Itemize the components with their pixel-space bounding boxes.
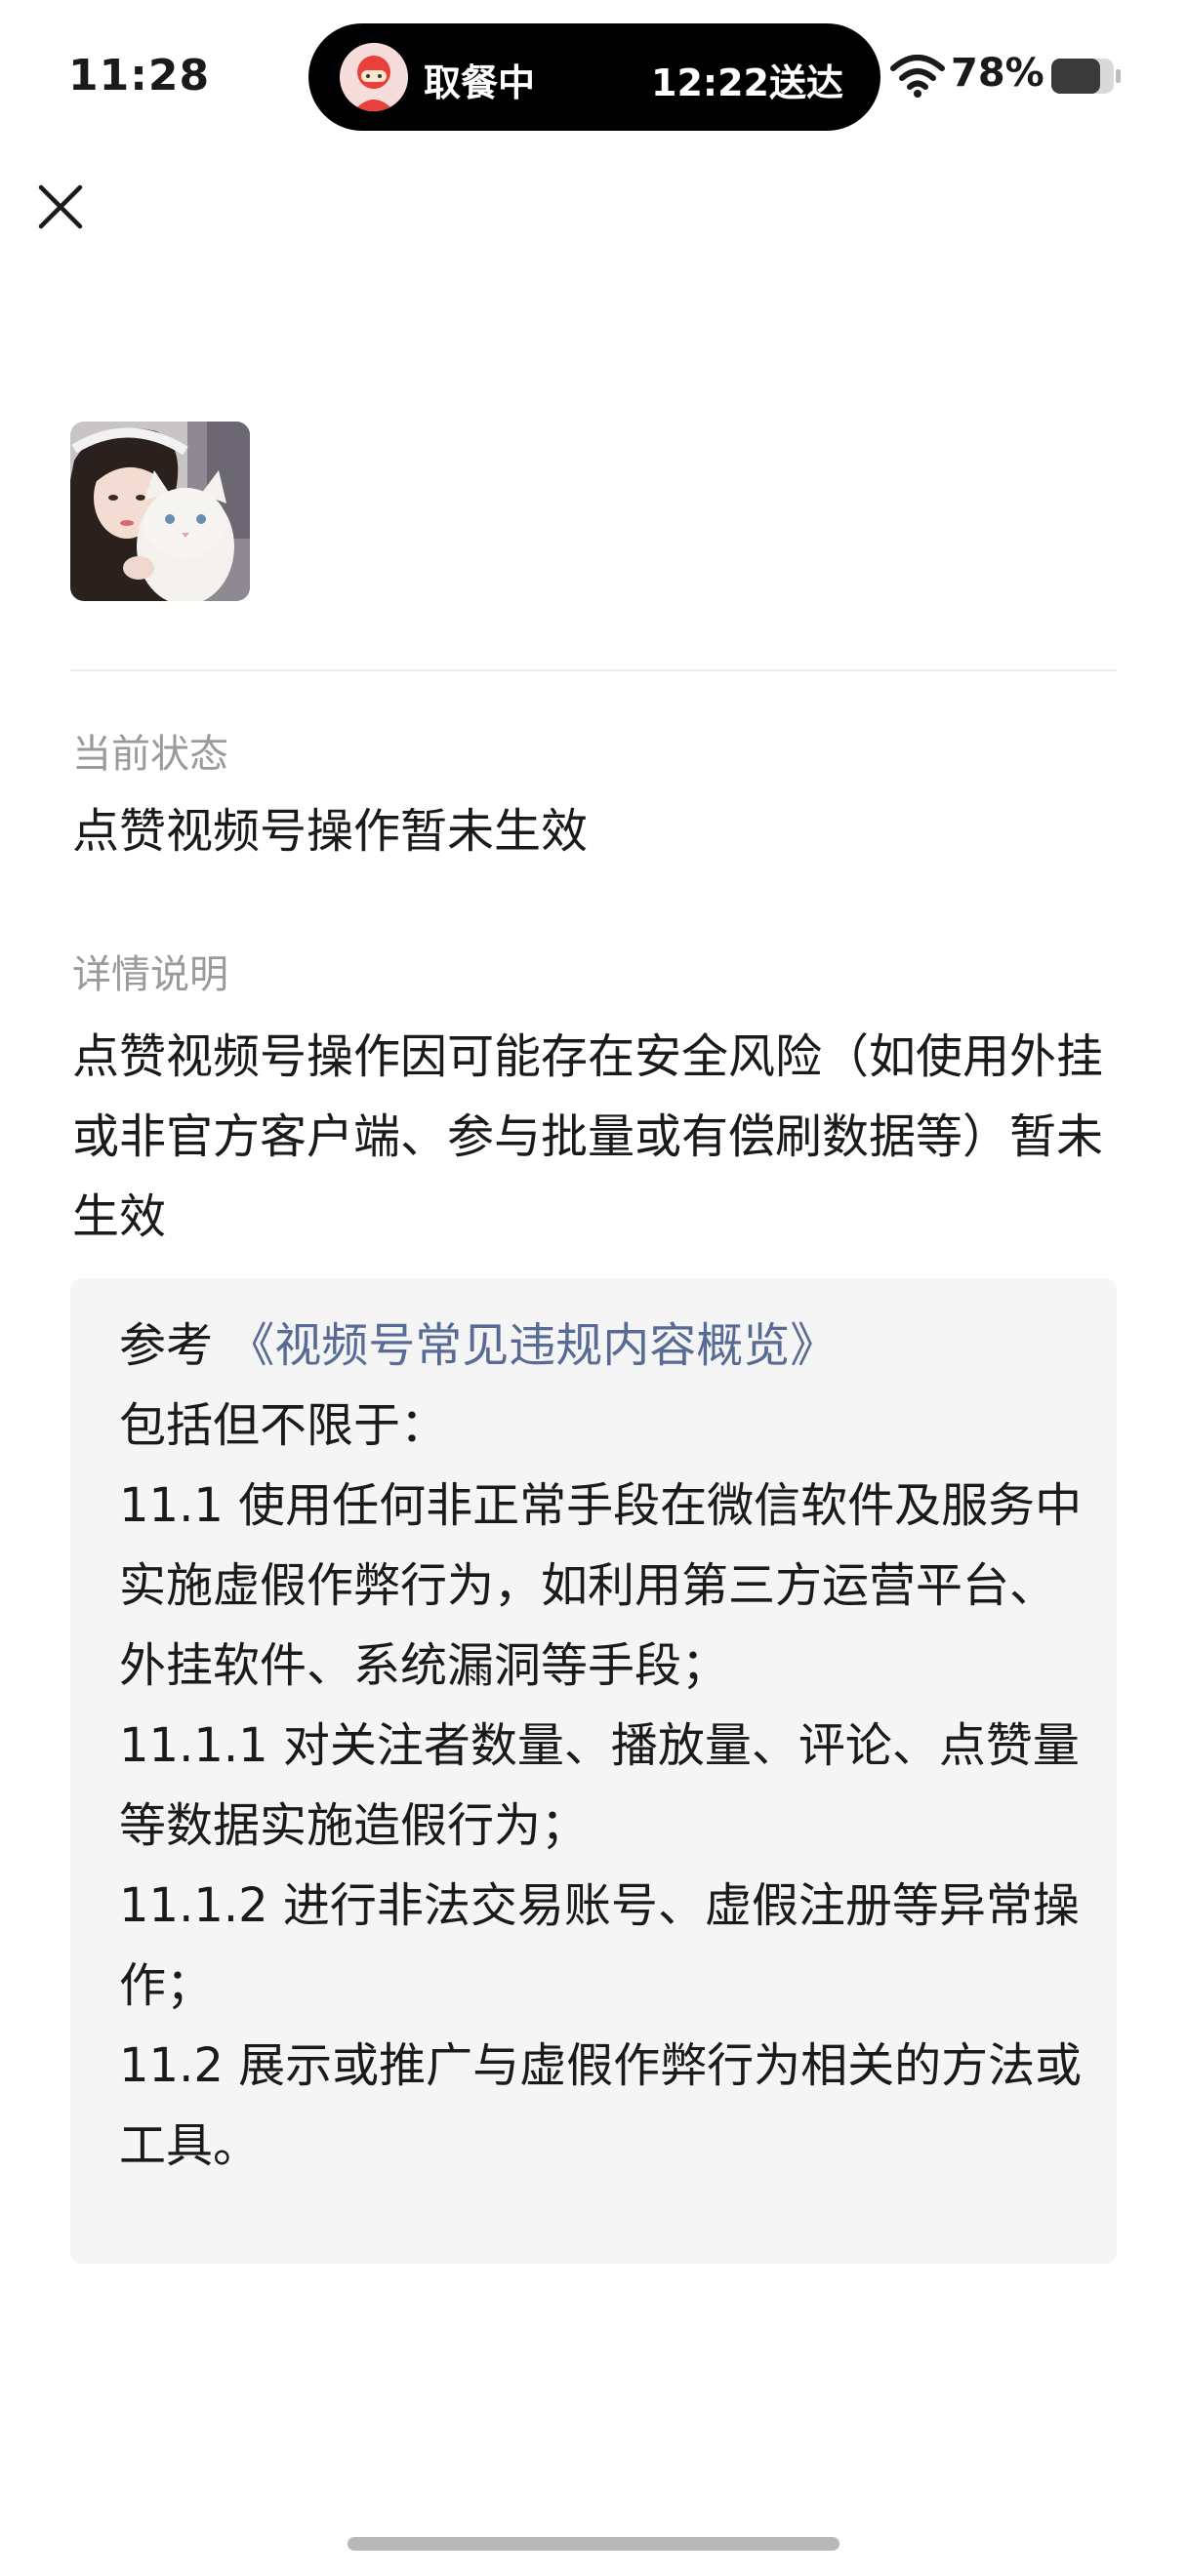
rule-item: 11.1 使用任何非正常手段在微信软件及服务中实施虚假作弊行为，如利用第三方运营… (119, 1478, 1083, 1693)
battery-percent: 78% (951, 51, 1044, 96)
status-bar: 11:28 取餐中 12:22送达 78% (0, 0, 1187, 156)
reference-prefix: 参考 (119, 1318, 228, 1373)
rule-item: 11.1.1 对关注者数量、播放量、评论、点赞量等数据实施造假行为； (119, 1718, 1080, 1853)
status-time: 11:28 (68, 51, 211, 101)
reference-header: 参考 《视频号常见违规内容概览》 (119, 1306, 1095, 1386)
current-status-label: 当前状态 (72, 732, 228, 777)
reference-content: 参考 《视频号常见违规内容概览》 包括但不限于： 11.1 使用任何非正常手段在… (119, 1306, 1095, 2186)
reference-intro: 包括但不限于： (119, 1398, 448, 1453)
home-indicator[interactable] (348, 2537, 839, 2551)
courier-avatar-icon (340, 43, 408, 111)
battery-icon (1051, 59, 1121, 94)
divider (70, 669, 1117, 671)
delivery-eta: 12:22送达 (651, 61, 843, 104)
live-activity-pill[interactable]: 取餐中 12:22送达 (308, 23, 880, 131)
avatar (70, 422, 250, 601)
details-text: 点赞视频号操作因可能存在安全风险（如使用外挂或非官方客户端、参与批量或有偿刷数据… (72, 1029, 1104, 1244)
rule-item: 11.2 展示或推广与虚假作弊行为相关的方法或工具。 (119, 2038, 1083, 2173)
close-icon (38, 184, 83, 229)
user-avatar-photo (70, 422, 250, 601)
wifi-icon (890, 55, 945, 98)
delivery-status: 取餐中 (424, 61, 536, 104)
reference-box: 参考 《视频号常见违规内容概览》 包括但不限于： 11.1 使用任何非正常手段在… (70, 1278, 1117, 2264)
close-button[interactable] (29, 176, 92, 238)
details-label: 详情说明 (72, 952, 228, 997)
violation-overview-link[interactable]: 《视频号常见违规内容概览》 (227, 1318, 837, 1373)
rule-item: 11.1.2 进行非法交易账号、虚假注册等异常操作； (119, 1878, 1080, 2013)
current-status-value: 点赞视频号操作暂未生效 (72, 804, 589, 859)
